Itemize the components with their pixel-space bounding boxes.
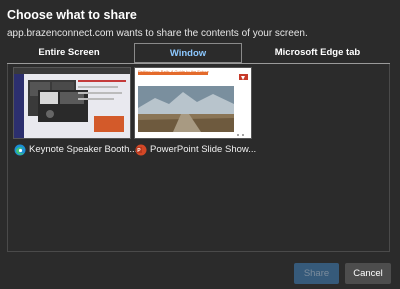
cancel-button[interactable]: Cancel: [345, 263, 391, 284]
window-title-keynote: Keynote Speaker Booth...: [29, 144, 138, 155]
share-tabs: Entire Screen Window Microsoft Edge tab: [7, 43, 390, 63]
window-label-powerpoint: P PowerPoint Slide Show...: [134, 144, 256, 158]
thumbnail-powerpoint-image: [135, 68, 251, 138]
thumbnail-keynote-image: [14, 68, 130, 138]
share-button[interactable]: Share: [294, 263, 339, 284]
window-label-keynote: Keynote Speaker Booth...: [13, 144, 137, 158]
window-thumbnail-keynote: [13, 67, 131, 139]
window-title-powerpoint: PowerPoint Slide Show...: [150, 144, 257, 155]
tab-edge-tab[interactable]: Microsoft Edge tab: [245, 43, 390, 63]
window-thumbnail-powerpoint: Petting Your Path: A Guide to the Future: [134, 67, 252, 139]
powerpoint-icon: P: [135, 144, 147, 156]
tab-window[interactable]: Window: [134, 43, 242, 63]
window-list-panel: Keynote Speaker Booth... Petting Your Pa…: [7, 64, 390, 252]
dialog-subtitle: app.brazenconnect.com wants to share the…: [7, 28, 308, 39]
dialog-title: Choose what to share: [7, 8, 137, 22]
slide-title: Petting Your Path: A Guide to the Future: [138, 69, 209, 74]
tab-entire-screen[interactable]: Entire Screen: [7, 43, 131, 63]
edge-icon: [14, 144, 26, 156]
